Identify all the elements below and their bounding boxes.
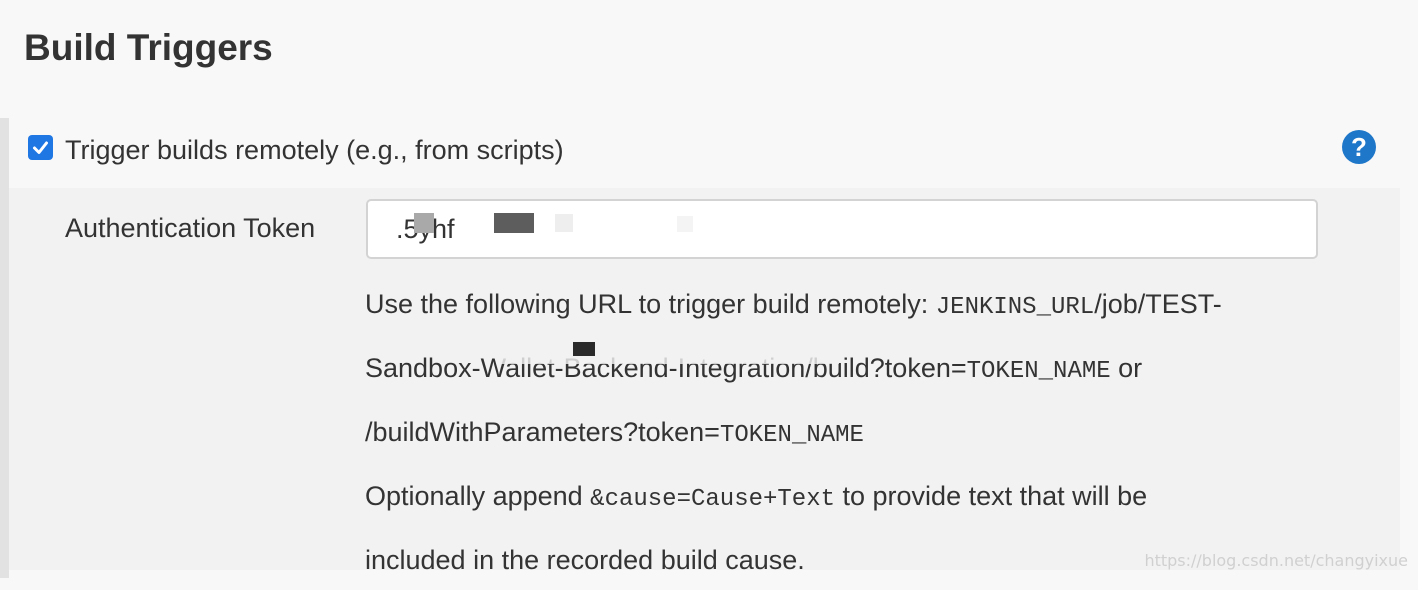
help-text-segment: Optionally append — [365, 481, 591, 511]
section-title: Build Triggers — [24, 27, 273, 68]
help-code: JENKINS_URL — [935, 294, 1095, 321]
help-text-segment: /buildWithParameters?token= — [365, 417, 720, 447]
auth-token-input[interactable] — [366, 199, 1318, 259]
help-code: &cause=Cause+Text — [590, 486, 836, 513]
help-text-segment: included in the recorded build cause. — [365, 545, 805, 575]
help-text-segment: Use the following URL to trigger build r… — [365, 289, 936, 319]
check-icon — [33, 141, 48, 154]
watermark: https://blog.csdn.net/changyixue — [1144, 551, 1408, 570]
trigger-remote-row: Trigger builds remotely (e.g., from scri… — [9, 118, 1409, 186]
trigger-remote-options: Authentication Token Use the following U… — [9, 188, 1400, 575]
trigger-remote-checkbox[interactable] — [28, 135, 53, 160]
help-text-segment: Sandbox-Wallet-Backend-Integration/build… — [365, 353, 967, 383]
help-text-segment: or — [1110, 353, 1143, 383]
help-line: /buildWithParameters?token=TOKEN_NAME — [365, 402, 1325, 466]
build-triggers-section: Trigger builds remotely (e.g., from scri… — [0, 118, 1418, 578]
help-line: Use the following URL to trigger build r… — [365, 274, 1325, 338]
help-line: Optionally append &cause=Cause+Text to p… — [365, 466, 1325, 530]
section-left-rule — [0, 118, 9, 578]
help-code: TOKEN_NAME — [966, 358, 1111, 385]
help-text-segment: to provide text that will be — [835, 481, 1148, 511]
help-line: Sandbox-Wallet-Backend-Integration/build… — [365, 338, 1325, 402]
help-text-segment: /job/TEST- — [1094, 289, 1222, 319]
remote-trigger-help: Use the following URL to trigger build r… — [365, 274, 1325, 590]
help-circle-icon[interactable]: ? — [1342, 130, 1376, 164]
trigger-remote-label[interactable]: Trigger builds remotely (e.g., from scri… — [65, 132, 564, 168]
auth-token-label: Authentication Token — [65, 213, 316, 243]
help-code: TOKEN_NAME — [719, 422, 864, 449]
